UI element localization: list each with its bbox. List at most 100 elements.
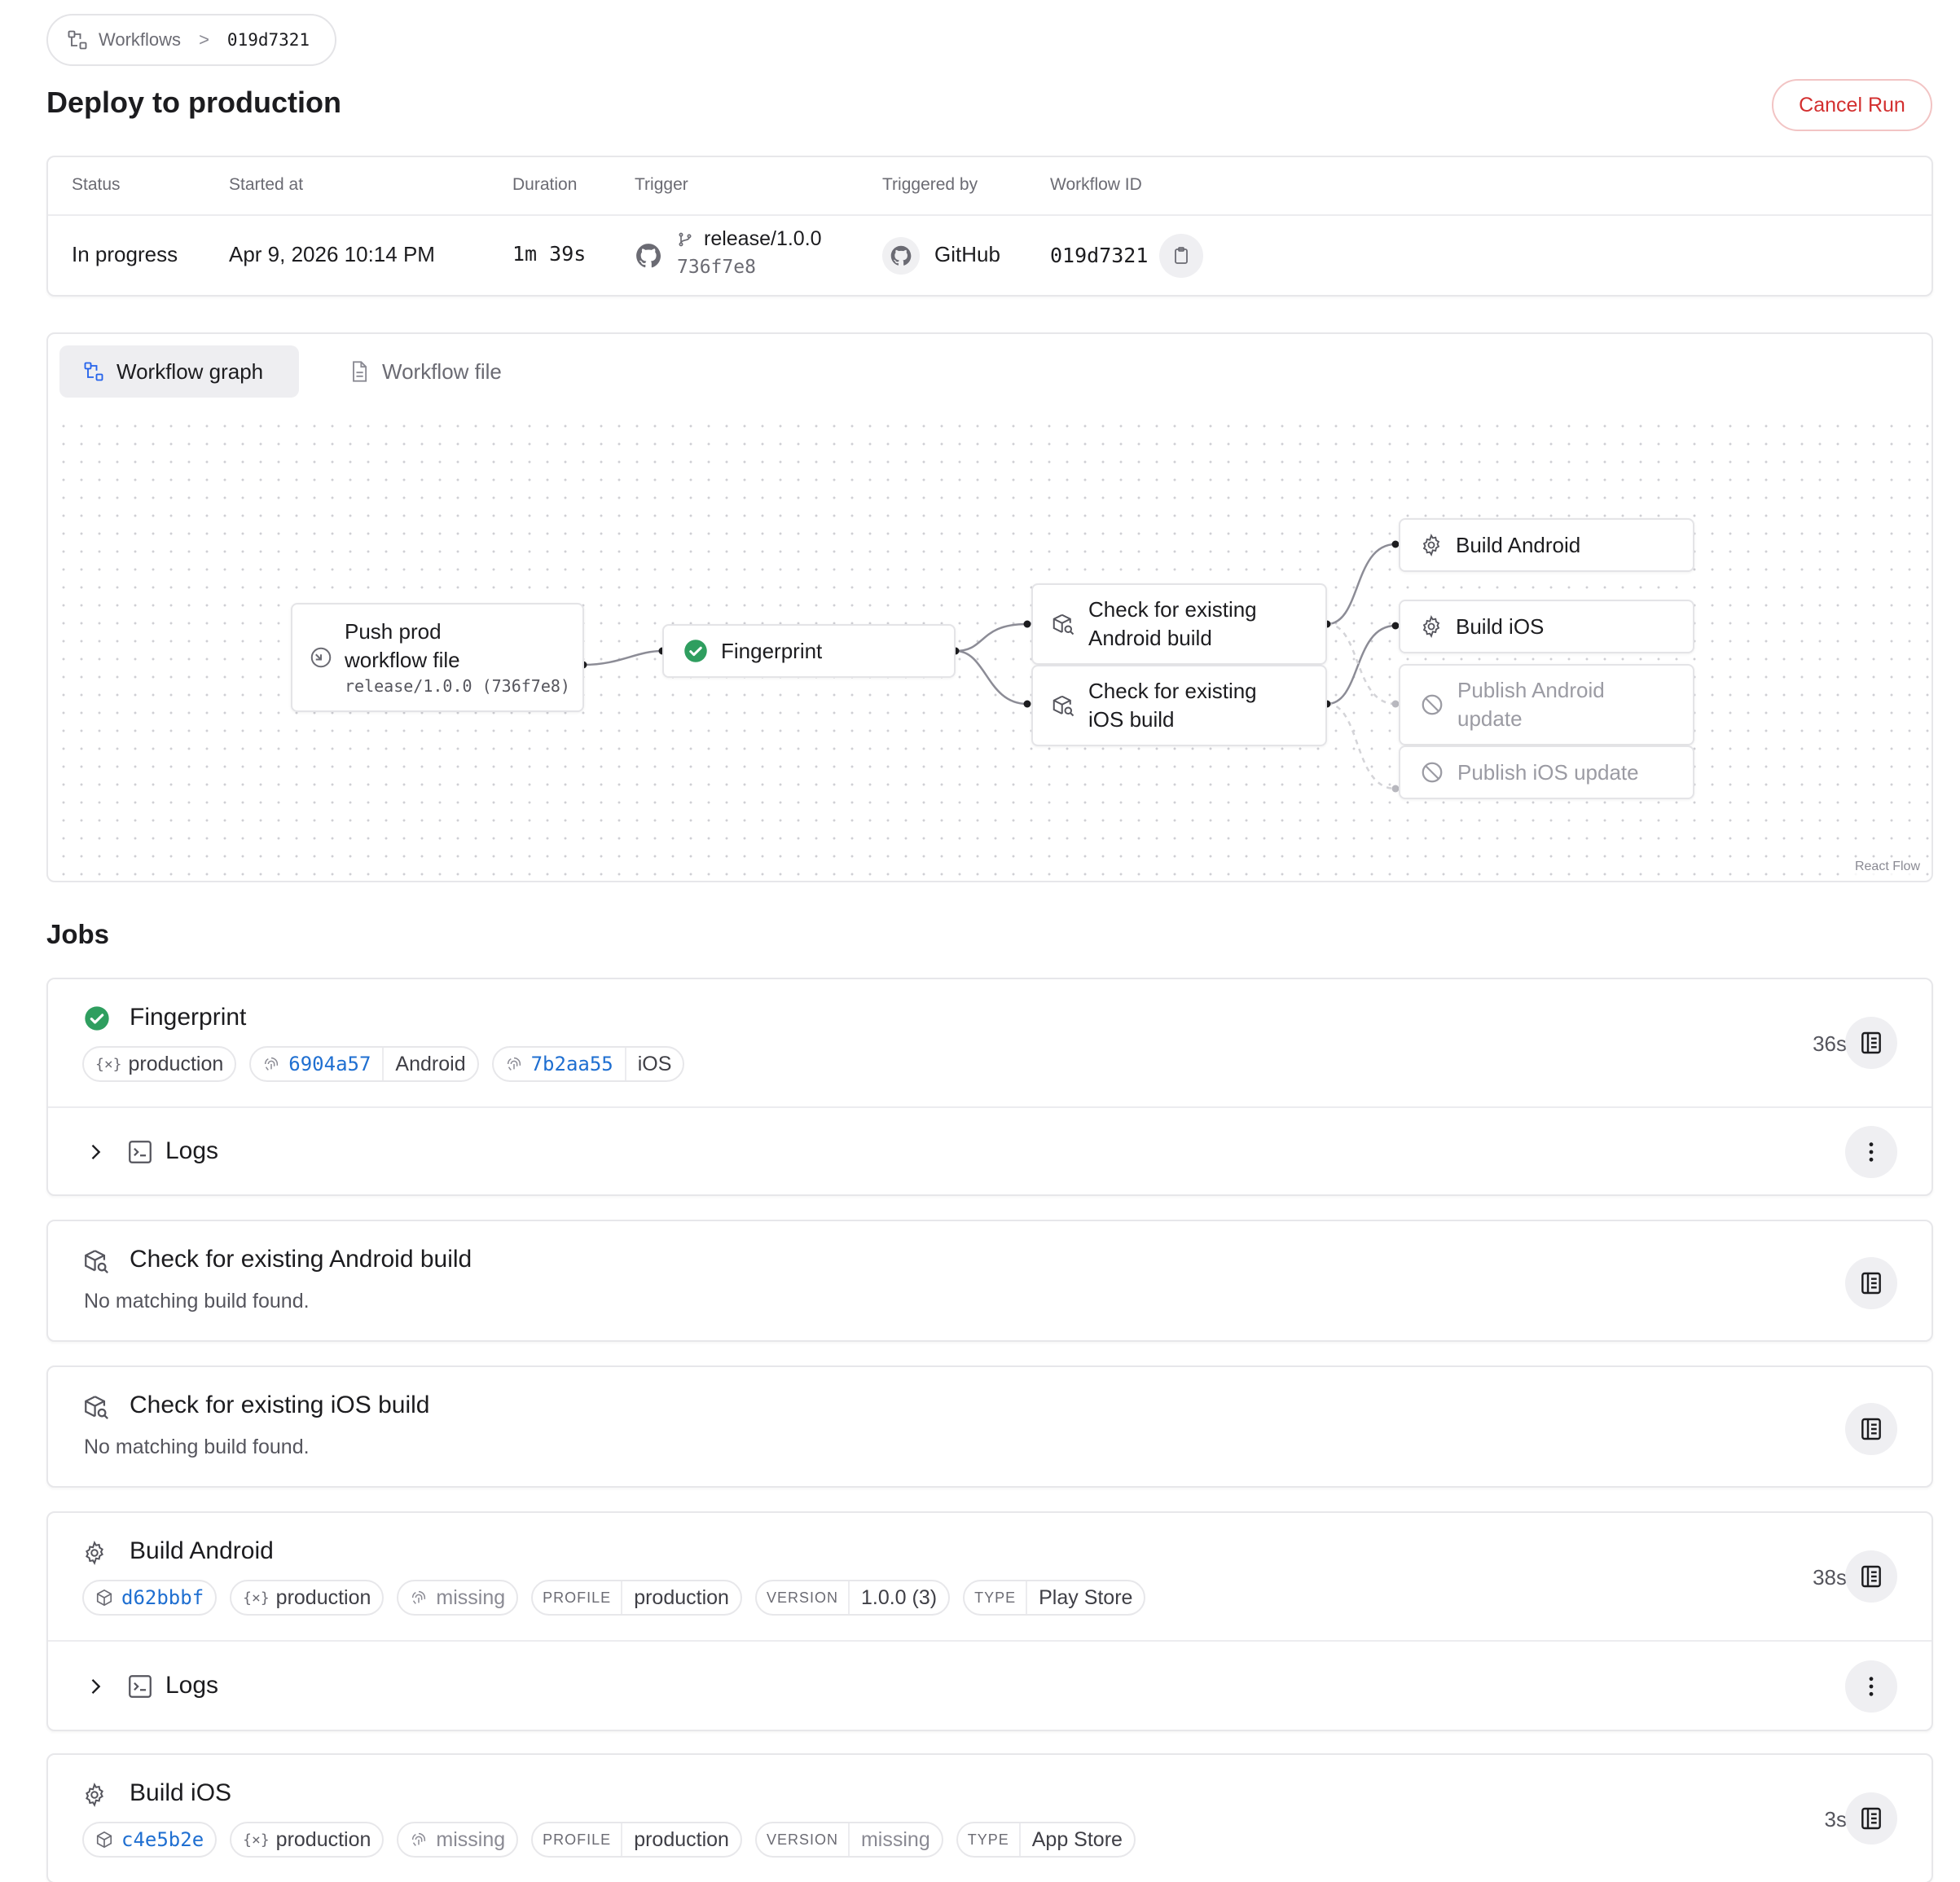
node-check-ios-line2: iOS build [1088, 707, 1175, 732]
header-triggered-by: Triggered by [882, 175, 978, 194]
environment-value: production [128, 1052, 224, 1075]
logs-label: Logs [165, 1137, 219, 1164]
react-flow-attribution[interactable]: React Flow [1851, 858, 1923, 876]
node-push-trigger[interactable]: Push prod workflow file release/1.0.0 (7… [291, 603, 584, 712]
build-id[interactable]: d62bbbf [121, 1586, 204, 1609]
profile-pill: PROFILE production [531, 1822, 742, 1858]
chevron-right-icon [91, 1145, 101, 1159]
logs-icon [1861, 1272, 1881, 1295]
terminal-icon [129, 1675, 152, 1698]
job-title: Check for existing Android build [130, 1246, 472, 1273]
more-options-button[interactable] [1845, 1126, 1897, 1178]
fingerprint-pill: missing [397, 1580, 519, 1616]
node-build-ios[interactable]: Build iOS [1399, 600, 1694, 653]
chevron-right-icon: > [199, 29, 209, 50]
job-title: Fingerprint [130, 1004, 247, 1031]
page-title: Deploy to production [46, 86, 341, 119]
package-icon [96, 1831, 112, 1849]
logs-toggle[interactable]: Logs [48, 1642, 1931, 1731]
node-check-android-line1: Check for existing [1088, 597, 1257, 622]
job-title: Build Android [130, 1537, 274, 1564]
copy-button[interactable] [1159, 234, 1203, 278]
environment-pill: {×} production [230, 1580, 385, 1616]
breadcrumb-workflows-link[interactable]: Workflows [99, 29, 181, 51]
node-build-ios-label: Build iOS [1456, 613, 1545, 639]
trigger-commit[interactable]: 736f7e8 [677, 257, 756, 278]
check-circle-icon [684, 640, 707, 662]
trigger-branch[interactable]: release/1.0.0 [704, 227, 822, 251]
view-logs-button[interactable] [1845, 1792, 1897, 1845]
node-publish-android[interactable]: Publish Android update [1399, 664, 1694, 745]
job-card-check-android: Check for existing Android build No matc… [46, 1220, 1933, 1342]
duration-value: 1m 39s [512, 242, 587, 266]
more-vertical-icon [1869, 1142, 1874, 1162]
header-trigger: Trigger [635, 175, 688, 194]
more-options-button[interactable] [1845, 1660, 1897, 1713]
build-id[interactable]: c4e5b2e [121, 1828, 204, 1851]
run-info-table: Status Started at Duration Trigger Trigg… [46, 156, 1933, 297]
job-tags: {×} production 6904a57 Android 7b2aa55 iO… [82, 1046, 685, 1082]
variable-icon: {×} [95, 1055, 122, 1073]
node-fingerprint[interactable]: Fingerprint [662, 624, 956, 678]
package-icon [96, 1589, 112, 1607]
workflow-icon [84, 362, 103, 381]
cancel-run-button[interactable]: Cancel Run [1772, 79, 1932, 131]
profile-pill: PROFILE production [531, 1580, 742, 1616]
github-avatar [882, 237, 920, 275]
check-circle-icon [85, 1006, 109, 1031]
fingerprint-android-hash[interactable]: 6904a57 [288, 1053, 371, 1075]
logs-icon [1861, 1565, 1881, 1588]
view-logs-button[interactable] [1845, 1017, 1897, 1069]
view-logs-button[interactable] [1845, 1550, 1897, 1603]
tab-workflow-file[interactable]: Workflow file [325, 345, 525, 398]
view-logs-button[interactable] [1845, 1257, 1897, 1309]
job-card-fingerprint: Fingerprint {×} production 6904a57 Androi… [46, 978, 1933, 1196]
edge-check-ios-publish-ios [1326, 702, 1396, 790]
fingerprint-ios-hash[interactable]: 7b2aa55 [531, 1053, 613, 1075]
node-publish-ios[interactable]: Publish iOS update [1399, 745, 1694, 799]
version-key: VERSION [766, 1589, 838, 1606]
type-value: App Store [1018, 1823, 1134, 1856]
logs-toggle[interactable]: Logs [48, 1108, 1931, 1196]
header-status: Status [72, 175, 121, 194]
node-check-ios[interactable]: Check for existing iOS build [1031, 665, 1327, 746]
job-subtitle: No matching build found. [84, 1436, 310, 1458]
environment-pill: {×} production [230, 1822, 385, 1858]
node-publish-android-line2: update [1457, 706, 1523, 731]
node-check-android[interactable]: Check for existing Android build [1031, 583, 1327, 665]
graph-canvas[interactable]: Push prod workflow file release/1.0.0 (7… [50, 412, 1930, 879]
gear-icon [86, 1541, 103, 1565]
environment-value: production [275, 1827, 371, 1851]
node-check-android-line2: Android build [1088, 626, 1212, 650]
view-logs-button[interactable] [1845, 1403, 1897, 1455]
breadcrumb: Workflows > 019d7321 [46, 14, 336, 66]
fingerprint-ios-pill[interactable]: 7b2aa55 iOS [491, 1046, 685, 1082]
build-id-pill[interactable]: d62bbbf [82, 1580, 218, 1616]
gear-icon [1422, 615, 1440, 638]
profile-value: production [621, 1581, 740, 1614]
type-key: TYPE [974, 1589, 1017, 1606]
fingerprint-pill: missing [397, 1822, 519, 1858]
fingerprint-icon [412, 1832, 426, 1846]
job-duration: 38s [1813, 1565, 1847, 1590]
blocked-icon [1422, 762, 1443, 783]
node-build-android[interactable]: Build Android [1399, 518, 1694, 572]
tab-workflow-graph-label: Workflow graph [116, 358, 264, 384]
variable-icon: {×} [243, 1831, 270, 1849]
logs-icon [1861, 1031, 1881, 1054]
environment-pill: {×} production [82, 1046, 237, 1082]
logs-icon [1861, 1807, 1881, 1830]
workflow-id-value: 019d7321 [1050, 244, 1149, 267]
fingerprint-icon [412, 1590, 426, 1604]
job-subtitle: No matching build found. [84, 1290, 310, 1313]
build-id-pill[interactable]: c4e5b2e [82, 1822, 218, 1858]
job-tags: c4e5b2e {×} production missing PROFILE pr… [82, 1822, 1136, 1858]
edge-push-fingerprint [582, 649, 663, 666]
tab-workflow-graph[interactable]: Workflow graph [59, 345, 299, 398]
type-value: Play Store [1026, 1581, 1144, 1614]
node-fingerprint-label: Fingerprint [721, 638, 823, 663]
node-push-sub: release/1.0.0 (736f7e8) [345, 676, 570, 696]
job-tags: d62bbbf {×} production missing PROFILE pr… [82, 1580, 1146, 1616]
job-duration: 3s [1824, 1807, 1847, 1831]
fingerprint-android-pill[interactable]: 6904a57 Android [249, 1046, 479, 1082]
